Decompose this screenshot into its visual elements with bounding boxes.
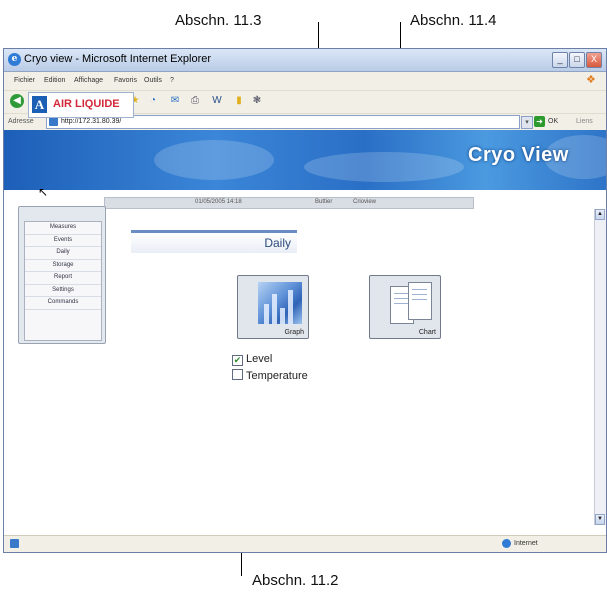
menu-item-edition[interactable]: Edition: [44, 77, 65, 84]
air-liquide-mark: A: [32, 96, 47, 113]
graph-thumbnail: [258, 282, 302, 324]
graph-bar: [264, 304, 269, 324]
go-button[interactable]: OK: [548, 118, 558, 125]
temperature-label: Temperature: [246, 370, 308, 382]
sidebar-item-settings[interactable]: Settings: [25, 285, 101, 297]
temperature-option[interactable]: Temperature: [232, 369, 308, 382]
graph-bar: [288, 290, 293, 324]
sidebar-item-daily[interactable]: Daily: [25, 247, 101, 260]
document-line: [412, 289, 427, 290]
menu-item-affichage[interactable]: Affichage: [74, 77, 103, 84]
menu-item-favoris[interactable]: Favoris: [114, 77, 137, 84]
scroll-up-icon[interactable]: ▲: [595, 209, 605, 220]
links-button[interactable]: Liens: [576, 118, 593, 125]
chevron-down-icon[interactable]: ▾: [521, 116, 533, 129]
scroll-down-icon[interactable]: ▼: [595, 514, 605, 525]
status-strip: 01/05/2005 14:18 Buttier Crioview: [104, 197, 474, 209]
graph-button[interactable]: Graph: [237, 275, 309, 339]
document-line: [394, 298, 409, 299]
document-line: [412, 299, 427, 300]
status-datetime: 01/05/2005 14:18: [195, 199, 242, 205]
page-icon: [49, 117, 58, 126]
security-zone: Internet: [514, 540, 538, 547]
windows-flag-icon: ❖: [586, 74, 596, 86]
level-label: Level: [246, 353, 273, 365]
internet-zone-icon: [502, 539, 511, 548]
window-title: Cryo view - Microsoft Internet Explorer: [24, 53, 212, 65]
title-bar[interactable]: e Cryo view - Microsoft Internet Explore…: [4, 49, 606, 72]
graph-bar: [272, 294, 277, 324]
callout-section-11-2: Abschn. 11.2: [252, 572, 339, 589]
level-checkbox[interactable]: ✔: [232, 355, 243, 366]
callout-section-11-3: Abschn. 11.3: [175, 12, 262, 29]
decorative-wave: [304, 152, 464, 182]
graph-label: Graph: [284, 329, 304, 336]
mouse-cursor-icon: ↖: [38, 185, 49, 199]
status-bar: Internet: [4, 535, 606, 552]
air-liquide-wordmark: AIR LIQUIDE: [53, 98, 120, 110]
folder-icon[interactable]: ▮: [232, 94, 246, 108]
level-option[interactable]: ✔ Level: [232, 353, 272, 366]
document-line: [412, 294, 427, 295]
chart-label: Chart: [418, 329, 436, 336]
minimize-button[interactable]: _: [552, 52, 568, 68]
print-icon[interactable]: ⎙: [188, 94, 202, 108]
sidebar-item-measures[interactable]: Measures: [25, 222, 101, 235]
document-icon: [408, 282, 432, 320]
page-title: Daily: [264, 236, 291, 250]
go-arrow-icon[interactable]: ➜: [534, 116, 545, 127]
chart-thumbnail: [390, 282, 434, 324]
menu-item-outils[interactable]: Outils: [144, 77, 162, 84]
messenger-icon[interactable]: ❃: [250, 94, 264, 108]
sidebar-item-events[interactable]: Events: [25, 235, 101, 247]
air-liquide-logo: A AIR LIQUIDE: [28, 92, 134, 118]
app-banner: Cryo View: [4, 130, 606, 190]
decorative-wave: [154, 140, 274, 180]
vertical-scrollbar[interactable]: ▲ ▼: [594, 209, 606, 525]
address-label: Adresse: [8, 118, 34, 125]
history-icon[interactable]: ◔: [146, 94, 160, 108]
browser-window: e Cryo view - Microsoft Internet Explore…: [3, 48, 607, 553]
sidebar-menu: Measures Events Daily Storage Report Set…: [24, 221, 102, 341]
status-app: Crioview: [353, 199, 377, 205]
chart-button[interactable]: Chart: [369, 275, 441, 339]
close-button[interactable]: X: [586, 52, 602, 68]
section-header: Daily: [131, 230, 297, 253]
cryo-view-brand: Cryo View: [468, 144, 569, 166]
sidebar-item-commands[interactable]: Commands: [25, 297, 101, 310]
status-user: Buttier: [315, 199, 333, 205]
document-line: [394, 293, 409, 294]
menu-item-fichier[interactable]: Fichier: [14, 77, 35, 84]
callout-section-11-4: Abschn. 11.4: [410, 12, 497, 29]
address-url: http://172.31.80.39/: [61, 118, 122, 125]
sidebar-item-storage[interactable]: Storage: [25, 260, 101, 272]
menu-item-help[interactable]: ?: [170, 77, 174, 84]
mail-icon[interactable]: ✉: [168, 94, 182, 108]
edit-icon[interactable]: W: [210, 94, 224, 108]
menu-bar: Fichier Edition Affichage Favoris Outils…: [4, 72, 606, 90]
maximize-button[interactable]: □: [569, 52, 585, 68]
graph-bar: [280, 308, 285, 324]
document-line: [394, 303, 409, 304]
sidebar-item-report[interactable]: Report: [25, 272, 101, 285]
temperature-checkbox[interactable]: [232, 369, 243, 380]
internet-explorer-icon: e: [8, 53, 21, 66]
back-icon[interactable]: ◀: [10, 94, 24, 108]
page-done-icon: [10, 539, 19, 548]
